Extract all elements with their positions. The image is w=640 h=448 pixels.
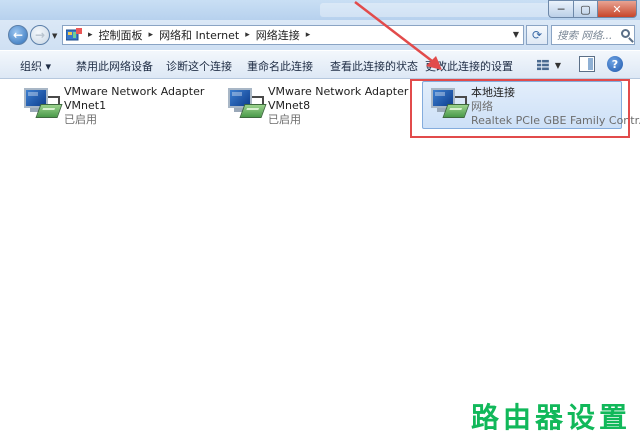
annotation-arrow-icon [354,1,442,70]
watermark-text: 路由器设置 [470,396,632,436]
network-connections-window: ─ ▢ ✕ ← → ▼ ▸ 控制面板 ▸ 网络和 Internet ▸ 网络连接… [0,0,640,448]
